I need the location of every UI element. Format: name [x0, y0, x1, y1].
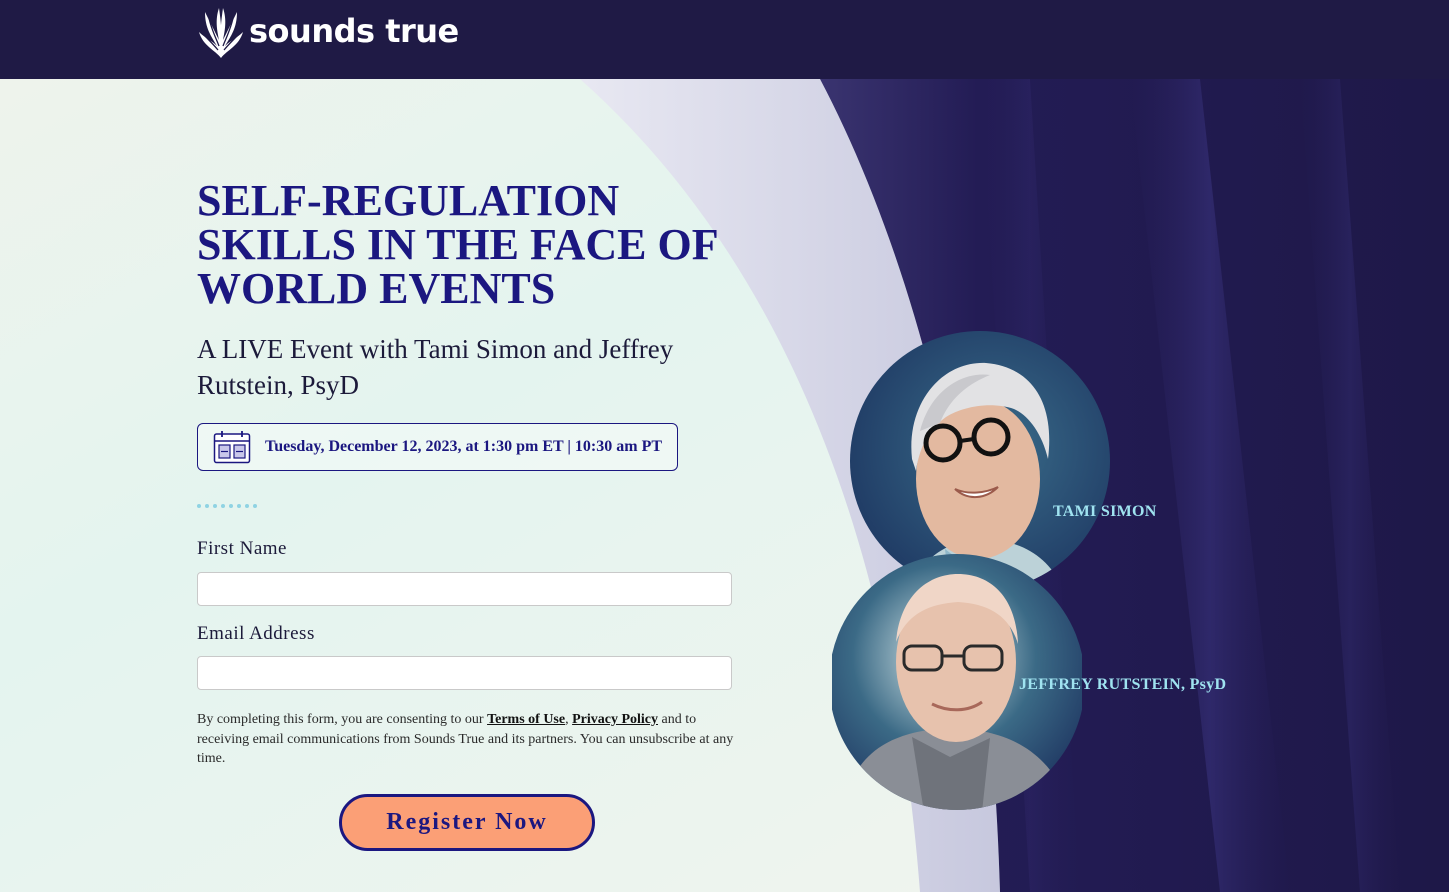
email-label: Email Address — [197, 623, 315, 644]
event-subtitle: A LIVE Event with Tami Simon and Jeffrey… — [197, 334, 674, 400]
speaker-name-tami-simon: TAMI SIMON — [1053, 503, 1157, 520]
terms-of-use-link[interactable]: Terms of Use — [487, 712, 565, 727]
event-date-text: Tuesday, December 12, 2023, at 1:30 pm E… — [265, 438, 663, 455]
first-name-input[interactable] — [197, 572, 732, 606]
first-name-label: First Name — [197, 538, 287, 559]
email-input[interactable] — [197, 656, 732, 690]
speaker-name-jeffrey-rutstein: JEFFREY RUTSTEIN, PsyD — [1019, 676, 1227, 693]
consent-text-pre: By completing this form, you are consent… — [197, 712, 488, 727]
divider-dots — [197, 504, 257, 508]
privacy-policy-link[interactable]: Privacy Policy — [572, 712, 658, 727]
landing-page: sounds true SELF-REGULATION SKILLS IN TH… — [0, 0, 1449, 892]
register-now-button[interactable]: Register Now — [339, 794, 595, 851]
winged-flame-logo-icon — [199, 8, 243, 58]
logo-wordmark: sounds true — [249, 12, 459, 50]
event-date-box: Tuesday, December 12, 2023, at 1:30 pm E… — [197, 423, 678, 471]
site-header: sounds true — [0, 0, 1449, 79]
site-logo[interactable]: sounds true — [197, 6, 459, 60]
consent-text: By completing this form, you are consent… — [197, 710, 737, 769]
calendar-icon — [213, 431, 251, 464]
event-title: SELF-REGULATION SKILLS IN THE FACE OF WO… — [197, 176, 717, 313]
